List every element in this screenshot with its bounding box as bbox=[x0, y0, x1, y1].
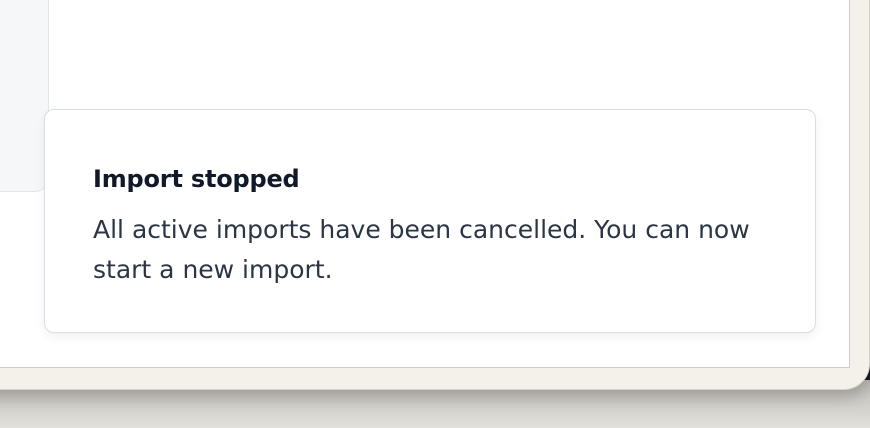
toast-notification[interactable]: Import stopped All active imports have b… bbox=[44, 109, 816, 333]
toast-message: All active imports have been cancelled. … bbox=[93, 215, 750, 284]
sidebar-panel bbox=[0, 0, 49, 192]
toast-title: Import stopped bbox=[93, 165, 300, 193]
